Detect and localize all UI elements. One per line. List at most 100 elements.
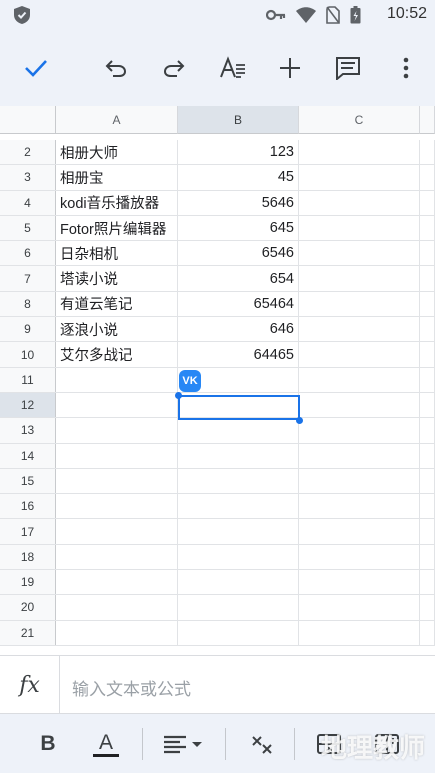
cell-c[interactable] — [299, 443, 420, 468]
cell-a[interactable] — [56, 443, 178, 468]
cell-b[interactable]: 645 — [178, 215, 299, 241]
cell-b[interactable]: 123 — [178, 140, 299, 165]
row-header[interactable]: 17 — [0, 519, 56, 544]
cell-c[interactable] — [299, 620, 420, 645]
cell-b[interactable]: 654 — [178, 266, 299, 291]
cell-b[interactable]: 646 — [178, 317, 299, 342]
row-header[interactable]: 13 — [0, 418, 56, 443]
cell-d[interactable] — [420, 367, 435, 392]
done-button[interactable] — [22, 54, 50, 82]
selection-handle-end[interactable] — [296, 417, 303, 424]
cell-a[interactable] — [56, 418, 178, 443]
cell-a[interactable] — [56, 468, 178, 494]
cell-c[interactable] — [299, 494, 420, 519]
cell-a[interactable] — [56, 595, 178, 620]
comment-button[interactable] — [334, 54, 362, 82]
selected-cell-b12[interactable] — [178, 395, 300, 420]
align-button[interactable] — [162, 730, 206, 758]
undo-button[interactable] — [102, 54, 130, 82]
row-header[interactable]: 15 — [0, 468, 56, 494]
row-header[interactable]: 7 — [0, 266, 56, 291]
cell-a[interactable]: 日杂相机 — [56, 241, 178, 266]
row-header[interactable]: 4 — [0, 190, 56, 215]
cell-d[interactable] — [420, 468, 435, 494]
cell-a[interactable] — [56, 519, 178, 544]
cell-d[interactable] — [420, 241, 435, 266]
insert-button[interactable] — [276, 54, 304, 82]
cell-a[interactable] — [56, 367, 178, 392]
select-all-corner[interactable] — [0, 106, 56, 134]
cell-a[interactable] — [56, 620, 178, 645]
cell-d[interactable] — [420, 266, 435, 291]
cell-b[interactable] — [178, 519, 299, 544]
cell-b[interactable] — [178, 494, 299, 519]
column-header-b[interactable]: B — [178, 106, 299, 134]
row-header[interactable]: 12 — [0, 392, 56, 418]
cell-a[interactable]: 逐浪小说 — [56, 317, 178, 342]
selection-handle-start[interactable] — [175, 392, 182, 399]
cell-b[interactable] — [178, 468, 299, 494]
cell-a[interactable]: 相册宝 — [56, 165, 178, 190]
row-header[interactable]: 16 — [0, 494, 56, 519]
cell-d[interactable] — [420, 342, 435, 367]
cell-b[interactable]: 6546 — [178, 241, 299, 266]
cell-c[interactable] — [299, 570, 420, 595]
cell-a[interactable] — [56, 570, 178, 595]
cell-d[interactable] — [420, 620, 435, 645]
cell-d[interactable] — [420, 190, 435, 215]
row-header[interactable]: 19 — [0, 570, 56, 595]
cell-b[interactable] — [178, 620, 299, 645]
formula-input[interactable]: 输入文本或公式 — [72, 675, 191, 700]
cell-d[interactable] — [420, 418, 435, 443]
fx-icon[interactable]: fx — [0, 656, 60, 714]
row-header[interactable]: 5 — [0, 215, 56, 241]
cell-a[interactable]: 相册大师 — [56, 140, 178, 165]
cell-d[interactable] — [420, 140, 435, 165]
cell-b[interactable] — [178, 443, 299, 468]
column-header-c[interactable]: C — [299, 106, 420, 134]
cell-b[interactable] — [178, 544, 299, 570]
cell-a[interactable] — [56, 494, 178, 519]
cell-c[interactable] — [299, 367, 420, 392]
cell-c[interactable] — [299, 291, 420, 317]
cell-d[interactable] — [420, 215, 435, 241]
column-header-d[interactable] — [420, 106, 435, 134]
row-header[interactable]: 18 — [0, 544, 56, 570]
row-header[interactable]: 6 — [0, 241, 56, 266]
cell-c[interactable] — [299, 342, 420, 367]
cell-c[interactable] — [299, 418, 420, 443]
bold-button[interactable]: B — [36, 730, 60, 758]
cell-c[interactable] — [299, 317, 420, 342]
redo-button[interactable] — [160, 54, 188, 82]
cell-c[interactable] — [299, 215, 420, 241]
row-header[interactable]: 20 — [0, 595, 56, 620]
cell-c[interactable] — [299, 392, 420, 418]
cell-a[interactable]: Fotor照片编辑器 — [56, 215, 178, 241]
cell-a[interactable]: 塔读小说 — [56, 266, 178, 291]
cell-c[interactable] — [299, 266, 420, 291]
cell-d[interactable] — [420, 291, 435, 317]
cell-c[interactable] — [299, 544, 420, 570]
cell-d[interactable] — [420, 165, 435, 190]
row-header[interactable]: 9 — [0, 317, 56, 342]
row-header[interactable]: 8 — [0, 291, 56, 317]
row-header[interactable]: 11 — [0, 367, 56, 392]
vk-overlay-icon[interactable]: VK — [179, 370, 201, 392]
cell-d[interactable] — [420, 595, 435, 620]
cell-a[interactable]: 艾尔多战记 — [56, 342, 178, 367]
cell-d[interactable] — [420, 570, 435, 595]
cell-d[interactable] — [420, 494, 435, 519]
spreadsheet-grid[interactable]: A B C 2 相册大师 123 3 相册宝 45 4 kodi音乐播放器 5646 5 Fotor… — [0, 106, 435, 655]
cell-c[interactable] — [299, 468, 420, 494]
text-format-button[interactable] — [218, 54, 248, 82]
cell-d[interactable] — [420, 392, 435, 418]
column-header-a[interactable]: A — [56, 106, 178, 134]
row-header[interactable]: 21 — [0, 620, 56, 645]
cell-c[interactable] — [299, 190, 420, 215]
cell-b[interactable]: 5646 — [178, 190, 299, 215]
cell-a[interactable]: kodi音乐播放器 — [56, 190, 178, 215]
cell-c[interactable] — [299, 519, 420, 544]
row-header[interactable]: 14 — [0, 443, 56, 468]
cell-d[interactable] — [420, 317, 435, 342]
cell-b[interactable] — [178, 570, 299, 595]
